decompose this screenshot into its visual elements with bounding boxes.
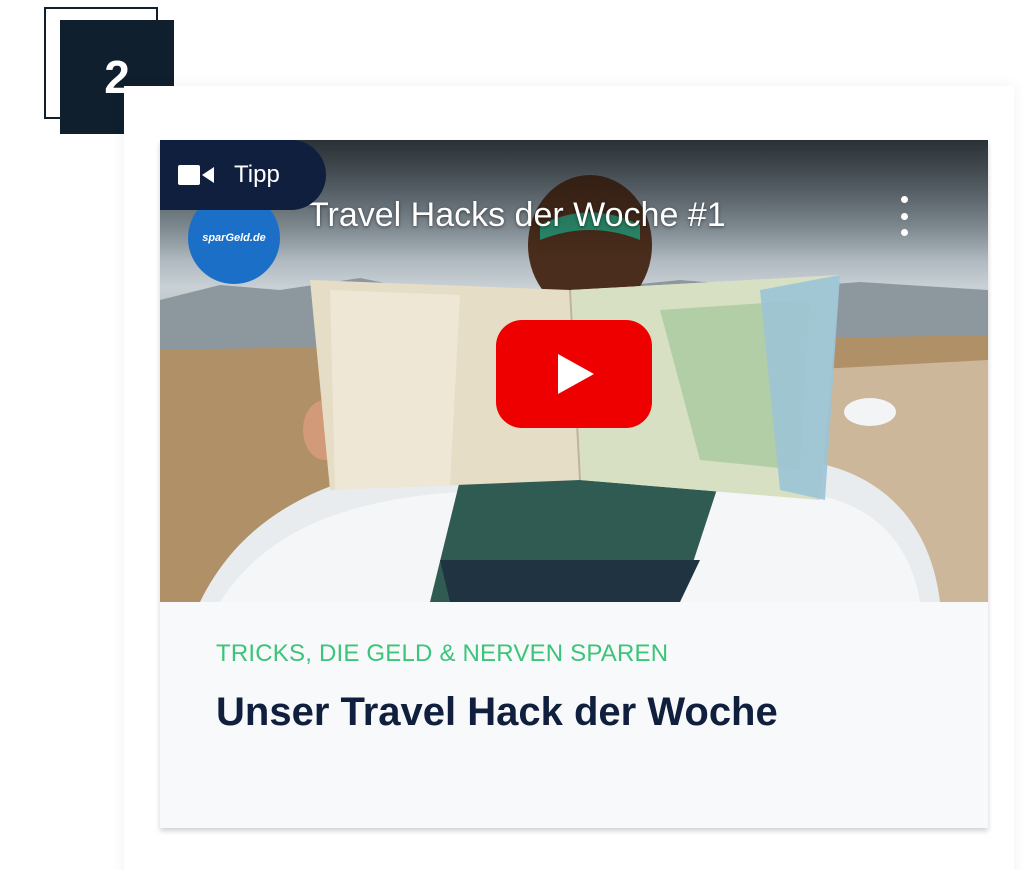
video-title[interactable]: Travel Hacks der Woche #1 — [308, 196, 726, 235]
card-headline[interactable]: Unser Travel Hack der Woche — [216, 690, 956, 735]
article-card[interactable]: sparGeld.de Travel Hacks der Woche #1 TR… — [160, 140, 988, 828]
youtube-play-icon[interactable] — [496, 320, 652, 428]
card-kicker: TRICKS, DIE GELD & NERVEN SPAREN — [216, 640, 669, 667]
card-body: TRICKS, DIE GELD & NERVEN SPAREN Unser T… — [216, 640, 956, 735]
tipp-label: Tipp — [234, 161, 280, 188]
video-camera-icon — [178, 165, 214, 185]
page: 2 sparGeld.de Travel Hacks der Woche #1 … — [0, 0, 1024, 870]
tipp-tag: Tipp — [160, 140, 326, 210]
more-vertical-icon[interactable] — [898, 196, 910, 236]
